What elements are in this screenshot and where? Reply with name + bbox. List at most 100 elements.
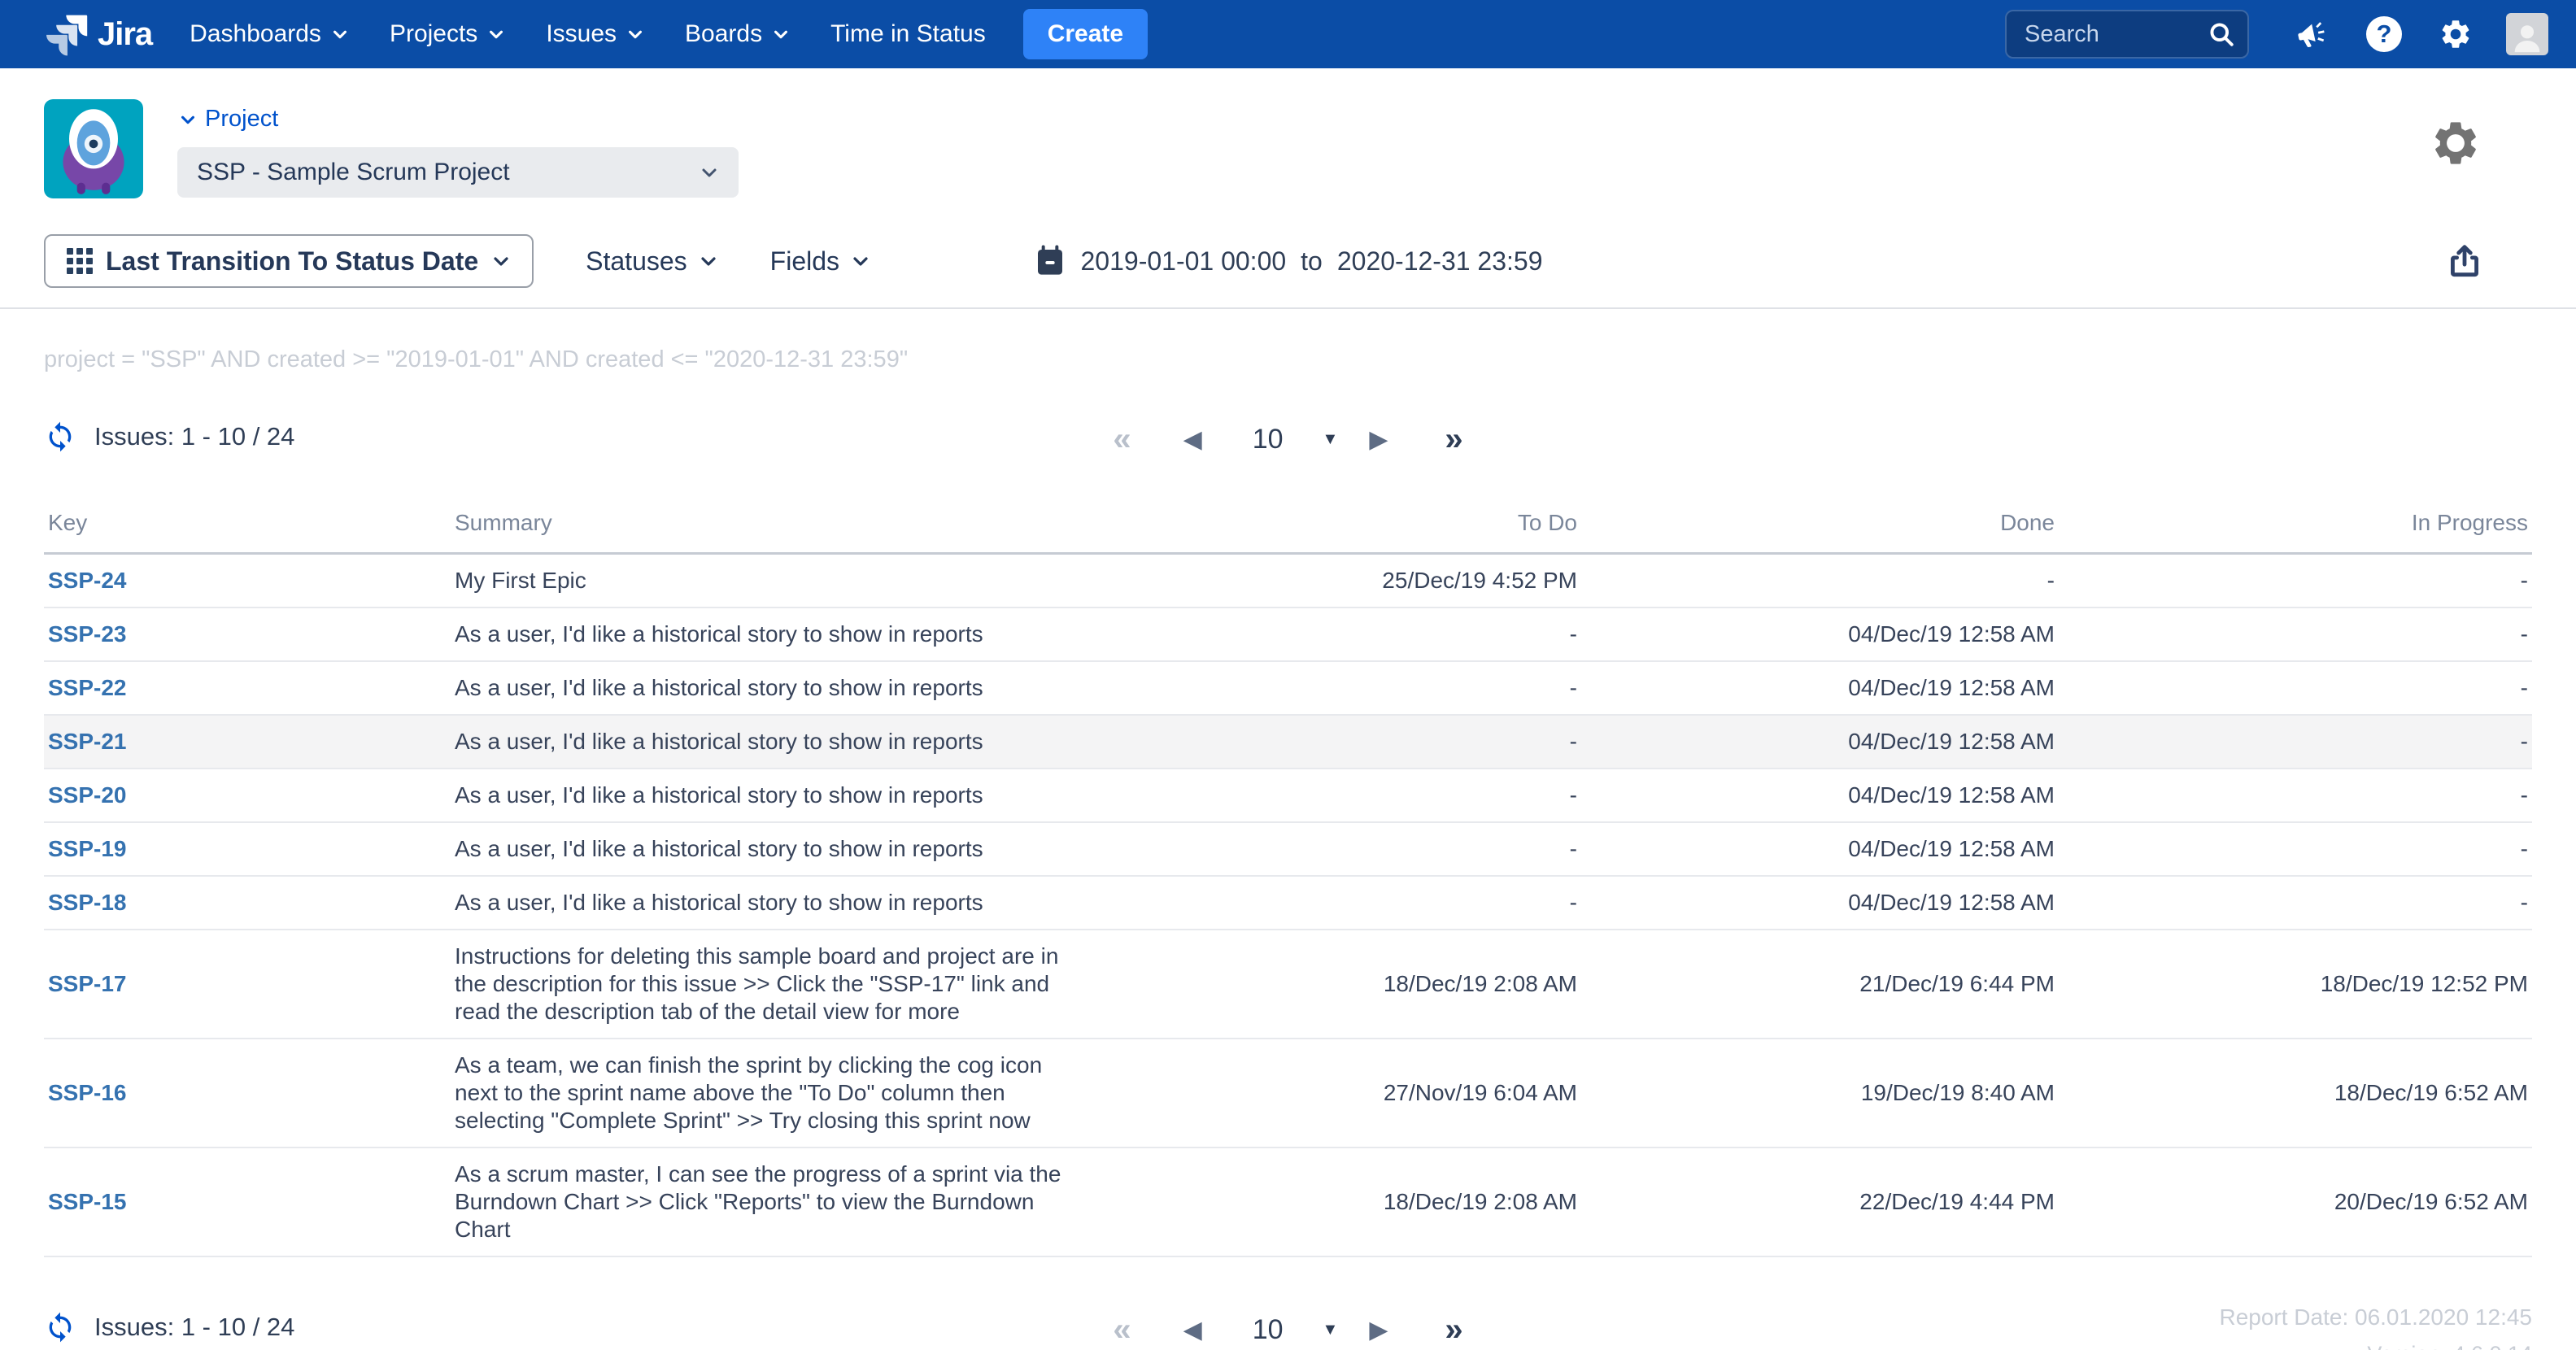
table-row[interactable]: SSP-22 As a user, I'd like a historical … bbox=[44, 661, 2532, 715]
nav-item-issues[interactable]: Issues bbox=[546, 20, 644, 48]
issue-key-link[interactable]: SSP-24 bbox=[48, 568, 127, 593]
issue-key-link[interactable]: SSP-19 bbox=[48, 836, 127, 861]
page-size-caret-icon[interactable]: ▼ bbox=[1323, 1321, 1339, 1339]
issue-key-link[interactable]: SSP-22 bbox=[48, 675, 127, 700]
help-icon[interactable]: ? bbox=[2366, 16, 2402, 52]
issue-key-link[interactable]: SSP-18 bbox=[48, 890, 127, 915]
issue-key-link[interactable]: SSP-21 bbox=[48, 729, 127, 754]
todo-date-cell: - bbox=[1126, 769, 1581, 822]
jira-logo[interactable]: Jira bbox=[44, 11, 152, 57]
next-page-icon[interactable]: ▶ bbox=[1369, 1316, 1388, 1344]
pagination-top: « ◀ 10 ▼ ▶ » bbox=[1113, 414, 1462, 464]
table-row[interactable]: SSP-16 As a team, we can finish the spri… bbox=[44, 1039, 2532, 1148]
inprogress-date-cell: - bbox=[2059, 554, 2532, 608]
column-header-done[interactable]: Done bbox=[1581, 497, 2059, 554]
last-page-icon[interactable]: » bbox=[1445, 421, 1462, 458]
chevron-down-icon bbox=[487, 25, 505, 43]
chevron-down-icon bbox=[851, 251, 870, 271]
statuses-dropdown[interactable]: Statuses bbox=[586, 246, 718, 277]
done-date-cell: 19/Dec/19 8:40 AM bbox=[1581, 1039, 2059, 1148]
refresh-icon bbox=[44, 1311, 76, 1343]
issue-key-link[interactable]: SSP-17 bbox=[48, 971, 127, 996]
project-select[interactable]: SSP - Sample Scrum Project bbox=[177, 147, 739, 198]
nav-item-label: Boards bbox=[685, 20, 762, 48]
nav-item-projects[interactable]: Projects bbox=[390, 20, 505, 48]
refresh-issues-bottom[interactable]: Issues: 1 - 10 / 24 bbox=[44, 1311, 294, 1343]
chevron-down-icon bbox=[700, 163, 719, 182]
next-page-icon[interactable]: ▶ bbox=[1369, 425, 1388, 454]
page-size-caret-icon[interactable]: ▼ bbox=[1323, 430, 1339, 449]
todo-date-cell: - bbox=[1126, 715, 1581, 769]
inprogress-date-cell: - bbox=[2059, 715, 2532, 769]
first-page-icon[interactable]: « bbox=[1113, 1312, 1131, 1348]
page-size-value[interactable]: 10 bbox=[1253, 1314, 1284, 1346]
project-section-toggle[interactable]: Project bbox=[179, 106, 739, 133]
inprogress-date-cell: 18/Dec/19 6:52 AM bbox=[2059, 1039, 2532, 1148]
report-settings-gear-icon[interactable] bbox=[2430, 117, 2482, 169]
table-row[interactable]: SSP-19 As a user, I'd like a historical … bbox=[44, 822, 2532, 876]
todo-date-cell: - bbox=[1126, 608, 1581, 661]
column-header-todo[interactable]: To Do bbox=[1126, 497, 1581, 554]
report-type-button[interactable]: Last Transition To Status Date bbox=[44, 234, 534, 288]
page-size-value[interactable]: 10 bbox=[1253, 424, 1284, 455]
issue-key-link[interactable]: SSP-16 bbox=[48, 1080, 127, 1105]
table-row[interactable]: SSP-20 As a user, I'd like a historical … bbox=[44, 769, 2532, 822]
fields-dropdown[interactable]: Fields bbox=[770, 246, 870, 277]
table-row[interactable]: SSP-17 Instructions for deleting this sa… bbox=[44, 930, 2532, 1039]
export-icon[interactable] bbox=[2444, 241, 2485, 281]
date-range-picker[interactable]: 2019-01-01 00:00 to 2020-12-31 23:59 bbox=[1034, 245, 1543, 277]
table-row[interactable]: SSP-23 As a user, I'd like a historical … bbox=[44, 608, 2532, 661]
todo-date-cell: 25/Dec/19 4:52 PM bbox=[1126, 554, 1581, 608]
column-header-inprogress[interactable]: In Progress bbox=[2059, 497, 2532, 554]
todo-date-cell: 18/Dec/19 2:08 AM bbox=[1126, 930, 1581, 1039]
prev-page-icon[interactable]: ◀ bbox=[1183, 425, 1202, 454]
nav-item-time-in-status[interactable]: Time in Status bbox=[830, 20, 986, 48]
issue-key-cell: SSP-23 bbox=[44, 608, 451, 661]
done-date-cell: 04/Dec/19 12:58 AM bbox=[1581, 769, 2059, 822]
user-avatar[interactable] bbox=[2506, 13, 2548, 55]
issue-summary-cell: As a user, I'd like a historical story t… bbox=[451, 822, 1126, 876]
search-icon[interactable] bbox=[2207, 20, 2236, 49]
nav-item-dashboards[interactable]: Dashboards bbox=[190, 20, 349, 48]
inprogress-date-cell: - bbox=[2059, 822, 2532, 876]
issue-key-cell: SSP-18 bbox=[44, 876, 451, 930]
project-avatar bbox=[44, 99, 143, 198]
table-row[interactable]: SSP-15 As a scrum master, I can see the … bbox=[44, 1148, 2532, 1256]
create-button[interactable]: Create bbox=[1023, 9, 1148, 59]
done-date-cell: 04/Dec/19 12:58 AM bbox=[1581, 608, 2059, 661]
prev-page-icon[interactable]: ◀ bbox=[1183, 1316, 1202, 1344]
issue-key-cell: SSP-20 bbox=[44, 769, 451, 822]
done-date-cell: 04/Dec/19 12:58 AM bbox=[1581, 876, 2059, 930]
issue-key-link[interactable]: SSP-20 bbox=[48, 782, 127, 808]
settings-gear-icon[interactable] bbox=[2438, 16, 2474, 52]
fields-label: Fields bbox=[770, 246, 839, 277]
nav-menu: Dashboards Projects Issues Boards Time i… bbox=[190, 20, 986, 48]
issue-key-link[interactable]: SSP-23 bbox=[48, 621, 127, 647]
issue-key-cell: SSP-15 bbox=[44, 1148, 451, 1256]
first-page-icon[interactable]: « bbox=[1113, 421, 1131, 458]
table-row[interactable]: SSP-18 As a user, I'd like a historical … bbox=[44, 876, 2532, 930]
column-header-key[interactable]: Key bbox=[44, 497, 451, 554]
done-date-cell: 04/Dec/19 12:58 AM bbox=[1581, 661, 2059, 715]
chevron-down-icon bbox=[699, 251, 718, 271]
issues-table: Key Summary To Do Done In Progress SSP-2… bbox=[44, 497, 2532, 1257]
todo-date-cell: 18/Dec/19 2:08 AM bbox=[1126, 1148, 1581, 1256]
last-page-icon[interactable]: » bbox=[1445, 1312, 1462, 1348]
help-question-glyph: ? bbox=[2366, 16, 2402, 52]
issue-key-link[interactable]: SSP-15 bbox=[48, 1189, 127, 1214]
table-header-row: Key Summary To Do Done In Progress bbox=[44, 497, 2532, 554]
table-row[interactable]: SSP-24 My First Epic 25/Dec/19 4:52 PM -… bbox=[44, 554, 2532, 608]
jql-query-text: project = "SSP" AND created >= "2019-01-… bbox=[44, 346, 2532, 373]
done-date-cell: 04/Dec/19 12:58 AM bbox=[1581, 715, 2059, 769]
nav-item-label: Projects bbox=[390, 20, 477, 48]
issues-count: Issues: 1 - 10 / 24 bbox=[94, 422, 294, 451]
refresh-issues-top[interactable]: Issues: 1 - 10 / 24 bbox=[44, 420, 294, 453]
column-header-summary[interactable]: Summary bbox=[451, 497, 1126, 554]
report-header: Project SSP - Sample Scrum Project Last … bbox=[0, 68, 2576, 309]
feedback-megaphone-icon[interactable] bbox=[2295, 16, 2330, 52]
table-row[interactable]: SSP-21 As a user, I'd like a historical … bbox=[44, 715, 2532, 769]
report-type-label: Last Transition To Status Date bbox=[106, 246, 478, 277]
todo-date-cell: - bbox=[1126, 661, 1581, 715]
issues-table-body: SSP-24 My First Epic 25/Dec/19 4:52 PM -… bbox=[44, 554, 2532, 1257]
nav-item-boards[interactable]: Boards bbox=[685, 20, 790, 48]
